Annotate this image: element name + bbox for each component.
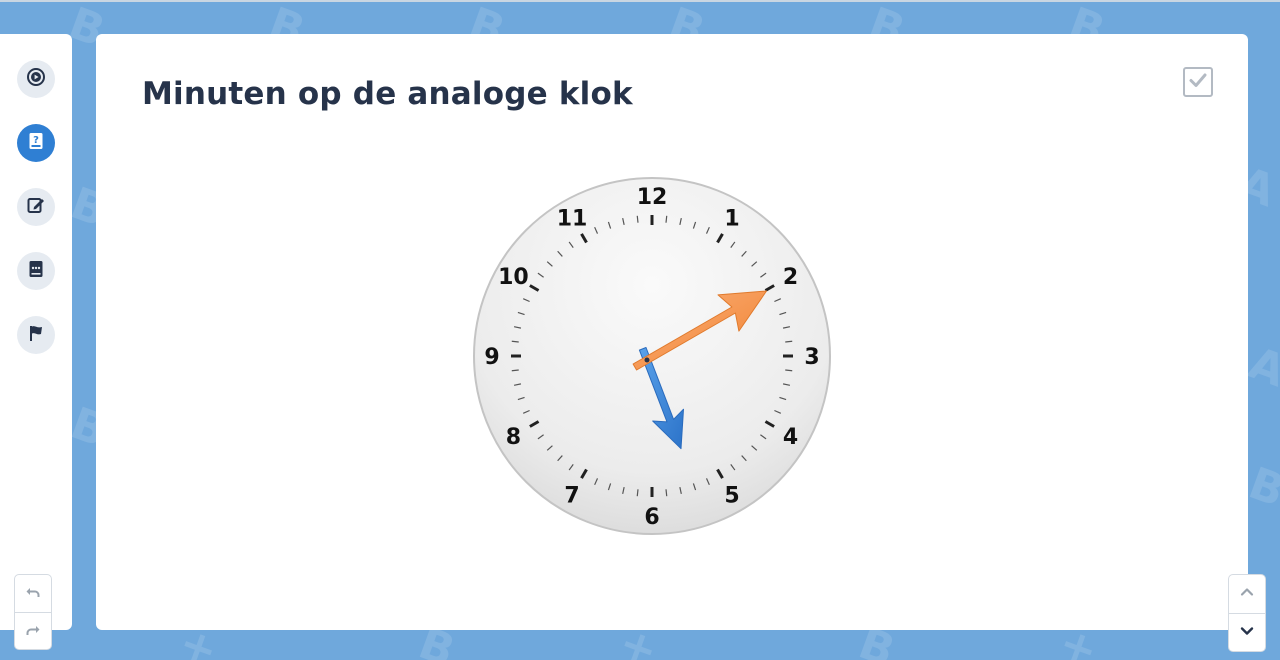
clock-number: 6 <box>644 505 659 530</box>
play-circle-icon <box>26 67 46 91</box>
clock-number: 1 <box>724 206 739 231</box>
clock-number: 5 <box>724 484 739 509</box>
flag-icon <box>26 323 46 347</box>
clock-minute-tick <box>665 215 668 223</box>
checkmark-icon <box>1188 70 1208 94</box>
clock-minute-tick <box>636 215 639 223</box>
clock-number: 11 <box>557 206 588 231</box>
redo-arrow-icon <box>25 622 41 642</box>
clock-minute-tick <box>665 489 668 497</box>
exercise-card: Minuten op de analoge klok 12 1 2 3 4 5 … <box>96 34 1248 630</box>
sidebar: ? <box>0 34 72 650</box>
check-button[interactable] <box>1183 67 1213 97</box>
page-title: Minuten op de analoge klok <box>142 76 633 112</box>
clock-minute-tick <box>785 340 793 343</box>
scroll-controls <box>1228 574 1266 652</box>
clock-number: 9 <box>484 345 499 370</box>
scroll-up-button[interactable] <box>1229 575 1265 613</box>
clock-number: 10 <box>498 265 529 290</box>
undo-button[interactable] <box>15 575 51 612</box>
undo-arrow-icon <box>25 584 41 604</box>
clock-minute-tick <box>636 489 639 497</box>
clock-number: 12 <box>637 185 668 210</box>
sidebar-item-question[interactable]: ? <box>17 124 55 162</box>
clock-minute-tick <box>511 369 519 372</box>
sidebar-item-feedback[interactable] <box>17 252 55 290</box>
clock-number: 8 <box>506 425 521 450</box>
question-book-icon: ? <box>26 131 46 155</box>
sidebar-item-instruction[interactable] <box>17 60 55 98</box>
clock-center-pin <box>644 357 650 363</box>
chat-book-icon <box>26 259 46 283</box>
sidebar-item-exercise[interactable] <box>17 188 55 226</box>
clock-number: 3 <box>804 345 819 370</box>
clock-number: 7 <box>564 484 579 509</box>
pencil-edit-icon <box>26 195 46 219</box>
clock-number: 4 <box>783 425 798 450</box>
clock-minute-tick <box>785 369 793 372</box>
sidebar-item-finish[interactable] <box>17 316 55 354</box>
clock-number: 2 <box>783 265 798 290</box>
chevron-down-icon <box>1239 623 1255 643</box>
clock-minute-tick <box>511 340 519 343</box>
scroll-down-button[interactable] <box>1229 613 1265 652</box>
redo-button[interactable] <box>15 612 51 650</box>
analog-clock: 12 1 2 3 4 5 6 7 8 9 10 11 <box>472 176 832 536</box>
svg-text:?: ? <box>33 135 39 146</box>
history-controls <box>14 574 52 650</box>
chevron-up-icon <box>1239 584 1255 604</box>
